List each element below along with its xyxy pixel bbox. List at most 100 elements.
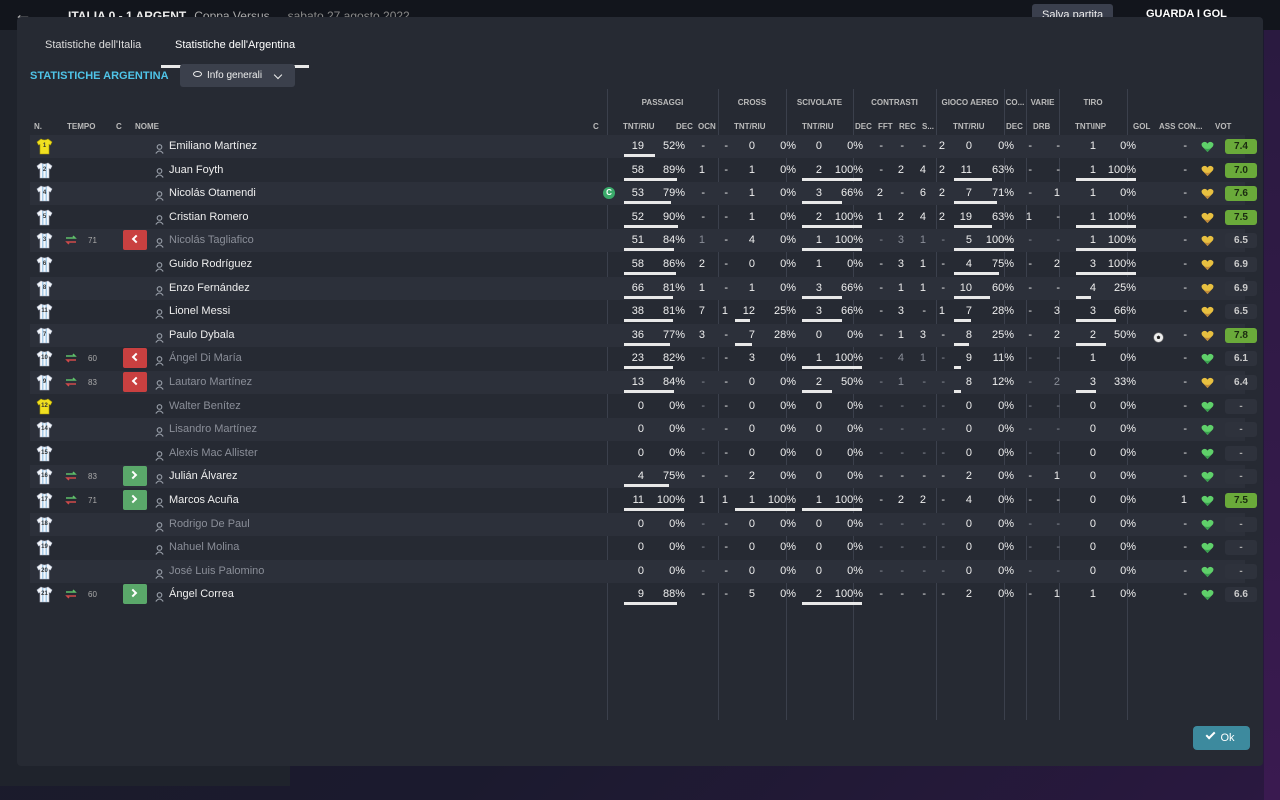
col-dec[interactable]: DEC	[676, 122, 693, 131]
table-row[interactable]: 15 Alexis Mac Allister 0 0% - - 0 0% 0 0% - - - - 0 0% -…	[30, 442, 1257, 465]
rating-badge: -	[1225, 563, 1257, 579]
tab-italia[interactable]: Statistiche dell'Italia	[45, 39, 141, 65]
passes-attempted: 0	[637, 564, 644, 577]
table-row[interactable]: 19 Nahuel Molina 0 0% - - 0 0% 0 0% - - - - 0 0% - - 0 0% - -	[30, 536, 1257, 559]
subbed-off-button[interactable]	[123, 372, 147, 392]
fouls: 2	[897, 163, 904, 176]
table-row[interactable]: 17 71 Marcos Acuña 11 100% 1 1 1 100% 1 100% -2 2-4 0…	[30, 489, 1257, 512]
shots-on-target-pct: 0%	[1120, 352, 1136, 365]
headers-attempted: 0	[965, 399, 972, 412]
person-icon	[155, 589, 164, 603]
table-row[interactable]: 3 71 Nicolás Tagliafico 51 84% 1-4 0% 1 100% -3 1-…	[30, 229, 1257, 253]
subbed-off-button[interactable]	[123, 230, 147, 251]
col-ass[interactable]: ASS	[1159, 122, 1175, 131]
subbed-on-button[interactable]	[123, 584, 147, 605]
rating-badge: 6.6	[1225, 587, 1257, 603]
headers-pct: 25%	[991, 328, 1014, 341]
col-cross_tntriu[interactable]: TNT/RIU	[734, 122, 766, 131]
col-c2[interactable]: C	[593, 122, 599, 131]
col-s[interactable]: S...	[922, 122, 934, 131]
co-dec: -	[1028, 494, 1032, 506]
table-row[interactable]: 9 83 Lautaro Martínez 13 84% - -0 0% 2 50% -1- -8 12…	[30, 371, 1257, 394]
headers-attempted: 4	[965, 494, 972, 506]
table-row[interactable]: 21 60 Ángel Correa 9 88% - -5 0% 2 100% - - - -2 0% -1 1…	[30, 583, 1257, 606]
shot-accuracy-bar	[1076, 390, 1096, 393]
assists: -	[1183, 376, 1187, 388]
header-completion-bar	[954, 342, 969, 346]
pass-completion-bar	[624, 366, 673, 370]
pass-completion-bar	[624, 390, 674, 393]
table-row[interactable]: 12 Walter Benítez 0 0% - - 0 0% 0 0% - - - - 0 0% - - 0 0% -…	[30, 395, 1257, 418]
condition-heart-icon	[1201, 447, 1214, 459]
table-row[interactable]: 11 Lionel Messi 38 81% 7 1 12 25% 3 66% -3-1 7 28% -3…	[30, 300, 1257, 323]
subbed-off-button[interactable]	[123, 348, 147, 369]
table-row[interactable]: 4 Nicolás Otamendi C 53 79% - -1 0% 3 66% 2-6 2 7 71%…	[30, 182, 1257, 206]
col-sciv_tntriu[interactable]: TNT/RIU	[802, 122, 834, 131]
rating-badge: 7.4	[1225, 139, 1257, 154]
assists: -	[1183, 281, 1187, 294]
co-dec: -	[1028, 281, 1032, 294]
contrasts-dec: -	[879, 588, 883, 601]
shirt-icon: 3	[36, 232, 53, 249]
contrasts-dec: -	[879, 494, 883, 506]
table-row[interactable]: 7 Paulo Dybala 36 77% 3-7 28% 0 0% -1 3-8 25% -2 2 50…	[30, 323, 1257, 347]
col-c[interactable]: C	[116, 122, 122, 131]
table-row[interactable]: 18 Rodrigo De Paul 0 0% - - 0 0% 0 0% - - - - 0 0% - - 0 0%…	[30, 512, 1257, 536]
col-co_dec[interactable]: DEC	[1006, 122, 1023, 131]
headers-pct: 0%	[998, 423, 1014, 436]
table-row[interactable]: 16 83 Julián Álvarez 4 75% - -2 0% 0 0% - - - -2 0% -1 0…	[30, 465, 1257, 489]
view-dropdown[interactable]: Info generali	[180, 64, 295, 87]
col-fft[interactable]: FFT	[878, 122, 893, 131]
table-row[interactable]: 8 Enzo Fernández 66 81% 1-1 0% 3 66% -1 1-10 60% - -…	[30, 276, 1257, 300]
table-row[interactable]: 6 Guido Rodríguez 58 86% 2-0 0% 1 0% -3 1-4 75% -2 3…	[30, 253, 1257, 276]
table-row[interactable]: 10 60 Ángel Di María 23 82% - -3 0% 1 100% -4 1-9 11…	[30, 347, 1257, 370]
dribbles: -	[1056, 281, 1060, 294]
group-co: CO...	[1005, 98, 1025, 107]
contrasts-s: 1	[938, 305, 945, 318]
col-con[interactable]: CON...	[1178, 122, 1202, 131]
subbed-on-button[interactable]	[123, 466, 147, 487]
recoveries: -	[922, 564, 926, 577]
col-n[interactable]: N.	[34, 122, 42, 131]
col-cdec[interactable]: DEC	[855, 122, 872, 131]
col-drb[interactable]: DRB	[1033, 122, 1050, 131]
subbed-on-button[interactable]	[123, 490, 147, 510]
col-vot[interactable]: VOT	[1215, 122, 1231, 131]
headers-pct: 0%	[998, 446, 1014, 459]
headers-pct: 0%	[998, 541, 1014, 554]
table-row[interactable]: 14 Lisandro Martínez 0 0% - - 0 0% 0 0% - - - - 0 0% - - 0…	[30, 418, 1257, 442]
table-row[interactable]: 20 José Luis Palomino 0 0% - - 0 0% 0 0% - - - - 0 0% - -…	[30, 559, 1257, 583]
person-icon	[155, 353, 164, 367]
shots: 0	[1089, 470, 1096, 483]
contrasts-s: 2	[938, 187, 945, 200]
col-tntinp[interactable]: TNT\INP	[1075, 122, 1106, 131]
contrasts-s: -	[941, 446, 945, 459]
chances-created: -	[724, 588, 728, 601]
col-ga_tntriu[interactable]: TNT/RIU	[953, 122, 985, 131]
shots: 0	[1089, 423, 1096, 436]
assists: -	[1183, 399, 1187, 412]
col-ocn[interactable]: OCN	[698, 122, 716, 131]
table-row[interactable]: 1 Emiliano Martínez 19 52% - -0 0% 0 0% - - -2 0 0% - -…	[30, 135, 1257, 158]
fouls: 4	[897, 352, 904, 365]
passes-attempted: 0	[637, 423, 644, 436]
passes-decisive: -	[701, 541, 705, 554]
tackle-completion-bar	[802, 508, 862, 511]
contrasts-dec: -	[879, 305, 883, 318]
tab-argentina[interactable]: Statistiche dell'Argentina	[160, 39, 310, 68]
rating-badge: -	[1225, 422, 1257, 438]
crosses-pct: 0%	[780, 423, 796, 436]
col-tempo[interactable]: TEMPO	[67, 122, 95, 131]
recoveries: -	[922, 423, 926, 436]
contrasts-s: -	[941, 234, 945, 247]
col-gol[interactable]: GOL	[1133, 122, 1150, 131]
checkmark-icon	[1206, 729, 1216, 740]
table-row[interactable]: 5 Cristian Romero 52 90% - -1 0% 2 100% 1 2 4 2 19 63%…	[30, 206, 1257, 229]
table-row[interactable]: 2 Juan Foyth 58 89% 1-1 0% 2 100% -2 4 2 11 63% - -1 10…	[30, 159, 1257, 182]
ok-button[interactable]: Ok	[1193, 726, 1250, 750]
col-nome[interactable]: NOME	[135, 122, 159, 131]
col-tntriu[interactable]: TNT/RIU	[623, 122, 655, 131]
dribbles: 3	[1053, 305, 1060, 318]
fouls: 2	[897, 494, 904, 506]
col-rec[interactable]: REC	[899, 122, 916, 131]
